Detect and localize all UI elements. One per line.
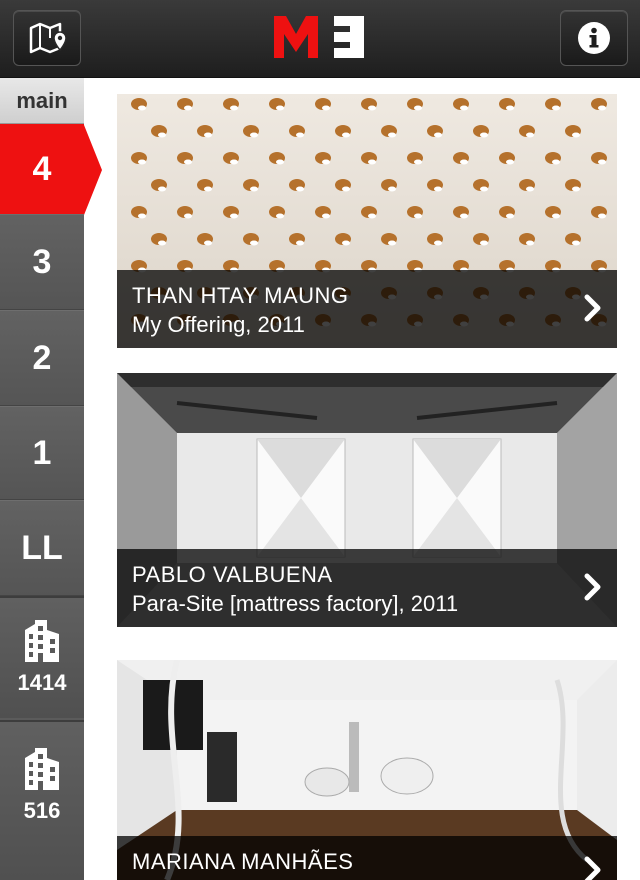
- floor-label: 3: [32, 242, 52, 281]
- info-button[interactable]: [560, 10, 628, 66]
- floor-label: 4: [32, 149, 52, 188]
- artwork-caption: THAN HTAY MAUNG My Offering, 2011: [117, 270, 617, 348]
- building-1414-tab[interactable]: 1414: [0, 596, 84, 718]
- floor-label: LL: [21, 528, 63, 567]
- artwork-caption: MARIANA MANHÃES: [117, 836, 617, 880]
- artwork-card[interactable]: MARIANA MANHÃES: [117, 660, 617, 880]
- building-label: 516: [23, 798, 61, 823]
- artwork-card[interactable]: THAN HTAY MAUNG My Offering, 2011: [117, 94, 617, 348]
- chevron-right-icon: [584, 856, 601, 880]
- building-icon: [25, 620, 59, 662]
- floor-label: 1: [32, 433, 52, 472]
- floor-label: 2: [32, 338, 52, 377]
- building-icon: [25, 748, 59, 790]
- top-bar: [0, 0, 640, 78]
- artwork-title: My Offering, 2011: [132, 312, 305, 337]
- artist-name: PABLO VALBUENA: [132, 562, 333, 587]
- floor-2-tab[interactable]: 2: [0, 310, 84, 406]
- chevron-right-icon: [584, 573, 601, 601]
- artwork-caption: PABLO VALBUENA Para-Site [mattress facto…: [117, 549, 617, 627]
- map-button[interactable]: [13, 10, 81, 66]
- mattress-factory-logo: [274, 16, 364, 58]
- map-pin-icon: [29, 22, 67, 54]
- building-label: 1414: [17, 670, 67, 695]
- active-floor-pointer: [84, 125, 102, 215]
- sidebar-title: main: [0, 78, 84, 124]
- floor-3-tab[interactable]: 3: [0, 214, 84, 310]
- floor-sidebar: main 4 3 2 1 LL 1414 516: [0, 78, 84, 880]
- floor-ll-tab[interactable]: LL: [0, 500, 84, 596]
- artist-name: MARIANA MANHÃES: [132, 849, 354, 874]
- floor-1-tab[interactable]: 1: [0, 406, 84, 500]
- info-icon: [578, 22, 610, 54]
- building-516-tab[interactable]: 516: [0, 720, 84, 880]
- chevron-right-icon: [584, 294, 601, 322]
- artist-name: THAN HTAY MAUNG: [132, 283, 349, 308]
- artwork-card[interactable]: PABLO VALBUENA Para-Site [mattress facto…: [117, 373, 617, 627]
- floor-4-tab[interactable]: 4: [0, 124, 84, 214]
- artwork-title: Para-Site [mattress factory], 2011: [132, 591, 459, 616]
